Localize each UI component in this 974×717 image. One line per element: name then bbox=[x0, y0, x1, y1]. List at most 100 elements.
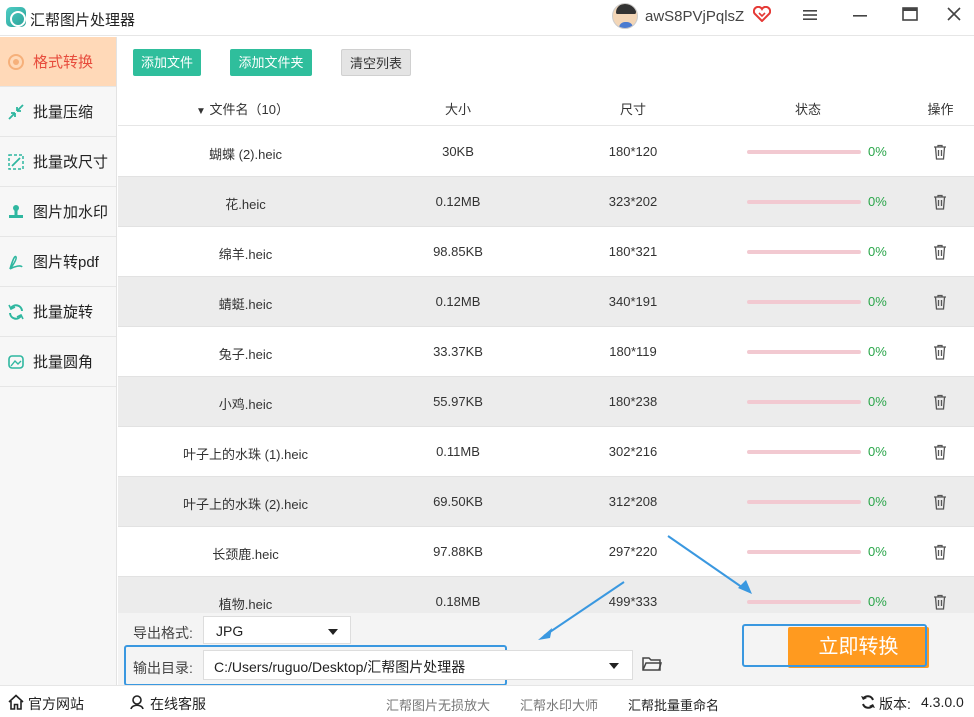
progress-percent: 0% bbox=[868, 194, 887, 209]
add-folder-button[interactable]: 添加文件夹 bbox=[230, 49, 312, 76]
file-name: 蜻蜓.heic bbox=[218, 297, 273, 312]
footer-link-watermark-master[interactable]: 汇帮水印大师 bbox=[520, 695, 598, 714]
sidebar-item-label: 批量旋转 bbox=[33, 304, 94, 321]
trash-icon[interactable] bbox=[933, 444, 947, 460]
trash-icon[interactable] bbox=[933, 594, 947, 610]
trash-icon[interactable] bbox=[933, 494, 947, 510]
column-header-status: 状态 bbox=[794, 102, 821, 117]
file-name: 蝴蝶 (2).heic bbox=[209, 147, 282, 162]
trash-icon[interactable] bbox=[933, 194, 947, 210]
trash-icon[interactable] bbox=[933, 544, 947, 560]
file-dimensions: 180*120 bbox=[608, 144, 658, 159]
sidebar-item-label: 图片转pdf bbox=[33, 254, 99, 271]
column-header-size: 大小 bbox=[444, 102, 471, 117]
online-support-link[interactable]: 在线客服 bbox=[150, 694, 206, 714]
trash-icon[interactable] bbox=[933, 344, 947, 360]
table-row[interactable]: 绵羊.heic 98.85KB 180*321 0% bbox=[118, 227, 974, 277]
sidebar-item-format-convert[interactable]: 格式转换 bbox=[0, 37, 116, 87]
progress-bar bbox=[747, 250, 861, 254]
column-header-dimensions: 尺寸 bbox=[619, 102, 646, 117]
sidebar-item-batch-resize[interactable]: 批量改尺寸 bbox=[0, 137, 116, 187]
sidebar-item-watermark[interactable]: 图片加水印 bbox=[0, 187, 116, 237]
table-row[interactable]: 蜻蜓.heic 0.12MB 340*191 0% bbox=[118, 277, 974, 327]
refresh-icon[interactable] bbox=[860, 694, 876, 710]
format-select[interactable]: JPG bbox=[203, 616, 351, 644]
file-size: 0.12MB bbox=[435, 194, 481, 209]
vip-heart-icon[interactable] bbox=[753, 6, 771, 22]
sidebar-item-batch-compress[interactable]: 批量压缩 bbox=[0, 87, 116, 137]
table-row[interactable]: 长颈鹿.heic 97.88KB 297*220 0% bbox=[118, 527, 974, 577]
version-label: 版本: bbox=[879, 696, 911, 712]
file-size: 69.50KB bbox=[433, 494, 483, 509]
sort-caret-icon: ▼ bbox=[196, 106, 206, 117]
add-file-button[interactable]: 添加文件 bbox=[133, 49, 201, 76]
progress-bar bbox=[747, 600, 861, 604]
sidebar-item-batch-rotate[interactable]: 批量旋转 bbox=[0, 287, 116, 337]
convert-button-highlight bbox=[742, 624, 927, 667]
file-dimensions: 340*191 bbox=[608, 294, 658, 309]
footer-link-lossless-enlarge[interactable]: 汇帮图片无损放大 bbox=[386, 695, 490, 714]
file-name: 绵羊.heic bbox=[218, 247, 273, 262]
title-bar: 汇帮图片处理器 awS8PVjPqlsZ bbox=[0, 0, 974, 36]
output-dir-label: 输出目录: bbox=[133, 660, 193, 676]
official-website-link[interactable]: 官方网站 bbox=[28, 694, 84, 714]
table-header: ▼ 文件名（10） 大小 尺寸 状态 操作 bbox=[118, 88, 974, 126]
version-value: 4.3.0.0 bbox=[921, 694, 964, 710]
table-row[interactable]: 叶子上的水珠 (1).heic 0.11MB 302*216 0% bbox=[118, 427, 974, 477]
file-size: 33.37KB bbox=[433, 344, 483, 359]
format-value: JPG bbox=[216, 623, 244, 639]
chevron-down-icon bbox=[609, 663, 619, 669]
table-row[interactable]: 蝴蝶 (2).heic 30KB 180*120 0% bbox=[118, 127, 974, 177]
progress-bar bbox=[747, 200, 861, 204]
maximize-icon[interactable] bbox=[896, 6, 924, 28]
column-header-name[interactable]: ▼ 文件名（10） bbox=[196, 99, 289, 118]
file-size: 98.85KB bbox=[433, 244, 483, 259]
file-size: 30KB bbox=[442, 144, 474, 159]
close-icon[interactable] bbox=[940, 6, 968, 28]
progress-percent: 0% bbox=[868, 594, 887, 609]
table-row[interactable]: 兔子.heic 33.37KB 180*119 0% bbox=[118, 327, 974, 377]
app-logo-icon bbox=[6, 7, 26, 27]
toolbar: 添加文件 添加文件夹 清空列表 bbox=[118, 37, 974, 88]
user-avatar[interactable] bbox=[612, 3, 638, 29]
sidebar-item-label: 批量圆角 bbox=[33, 354, 94, 371]
menu-icon[interactable] bbox=[796, 6, 824, 28]
progress-percent: 0% bbox=[868, 144, 887, 159]
progress-percent: 0% bbox=[868, 244, 887, 259]
footer-link-batch-rename[interactable]: 汇帮批量重命名 bbox=[628, 695, 719, 714]
progress-bar bbox=[747, 450, 861, 454]
sidebar-item-label: 格式转换 bbox=[33, 54, 94, 71]
table-row[interactable]: 植物.heic 0.18MB 499*333 0% bbox=[118, 577, 974, 613]
convert-icon bbox=[6, 52, 26, 72]
trash-icon[interactable] bbox=[933, 144, 947, 160]
compress-icon bbox=[6, 102, 26, 122]
table-row[interactable]: 小鸡.heic 55.97KB 180*238 0% bbox=[118, 377, 974, 427]
file-size: 0.18MB bbox=[435, 594, 481, 609]
progress-percent: 0% bbox=[868, 444, 887, 459]
file-name: 叶子上的水珠 (2).heic bbox=[183, 497, 308, 512]
output-settings: 导出格式: JPG 输出目录: C:/Users/ruguo/Desktop/汇… bbox=[118, 613, 974, 686]
footer-bar: 官方网站 在线客服 汇帮图片无损放大 汇帮水印大师 汇帮批量重命名 版本: 4.… bbox=[0, 685, 974, 717]
file-dimensions: 180*119 bbox=[609, 344, 657, 359]
folder-icon[interactable] bbox=[642, 656, 662, 672]
username[interactable]: awS8PVjPqlsZ bbox=[645, 8, 744, 25]
progress-percent: 0% bbox=[868, 294, 887, 309]
table-row[interactable]: 叶子上的水珠 (2).heic 69.50KB 312*208 0% bbox=[118, 477, 974, 527]
trash-icon[interactable] bbox=[933, 294, 947, 310]
progress-bar bbox=[747, 500, 861, 504]
file-list: 蝴蝶 (2).heic 30KB 180*120 0% 花.heic 0.12M… bbox=[118, 127, 974, 613]
home-icon bbox=[8, 694, 24, 710]
sidebar-item-label: 图片加水印 bbox=[33, 204, 109, 221]
output-dir-select[interactable]: C:/Users/ruguo/Desktop/汇帮图片处理器 bbox=[203, 650, 633, 680]
progress-bar bbox=[747, 550, 861, 554]
table-row[interactable]: 花.heic 0.12MB 323*202 0% bbox=[118, 177, 974, 227]
minimize-icon[interactable] bbox=[846, 6, 874, 28]
trash-icon[interactable] bbox=[933, 244, 947, 260]
format-label: 导出格式: bbox=[133, 625, 193, 641]
sidebar-item-label: 批量改尺寸 bbox=[33, 154, 109, 171]
trash-icon[interactable] bbox=[933, 394, 947, 410]
clear-list-button[interactable]: 清空列表 bbox=[341, 49, 411, 76]
sidebar-item-to-pdf[interactable]: 图片转pdf bbox=[0, 237, 116, 287]
file-name: 叶子上的水珠 (1).heic bbox=[183, 447, 308, 462]
sidebar-item-round-corner[interactable]: 批量圆角 bbox=[0, 337, 116, 387]
